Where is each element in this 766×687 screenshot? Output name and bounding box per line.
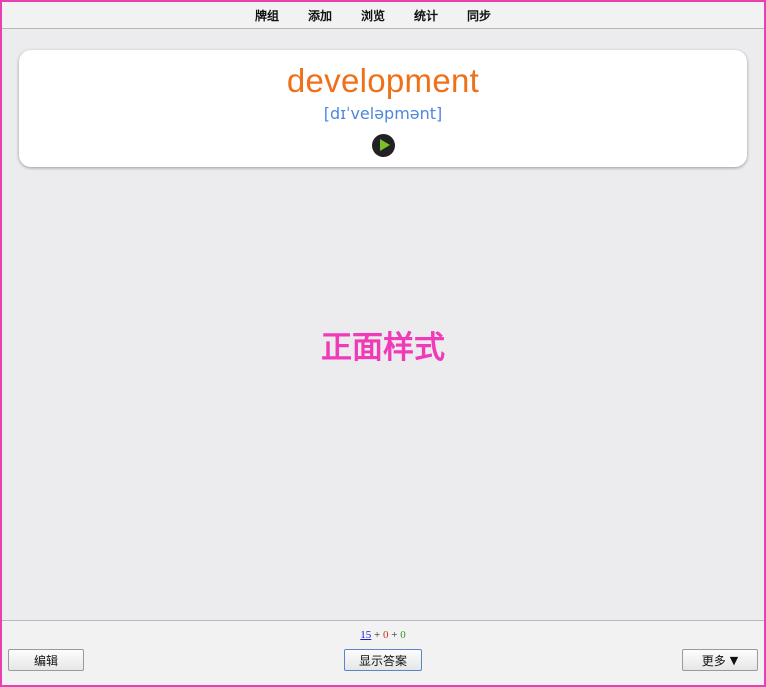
- edit-button[interactable]: 编辑: [8, 649, 84, 671]
- count-separator: +: [391, 629, 398, 641]
- count-new[interactable]: 15: [360, 629, 371, 641]
- count-review: 0: [400, 629, 406, 641]
- nav-stats[interactable]: 统计: [414, 7, 438, 24]
- edit-button-label: 编辑: [33, 653, 58, 668]
- card-phonetic: [dɪˈveləpmənt]: [323, 104, 443, 123]
- nav-sync[interactable]: 同步: [467, 7, 491, 24]
- due-counts: 15 + 0 + 0: [2, 629, 764, 641]
- front-style-label: 正面样式: [321, 330, 445, 366]
- nav-browse[interactable]: 浏览: [361, 7, 385, 24]
- more-button[interactable]: 更多 ▼: [682, 649, 758, 671]
- show-answer-button[interactable]: 显示答案: [344, 649, 422, 671]
- word-card: development [dɪˈveləpmənt]: [19, 50, 747, 167]
- more-button-label: 更多: [701, 653, 726, 668]
- nav-decks[interactable]: 牌组: [255, 7, 279, 24]
- count-separator: +: [374, 629, 381, 641]
- play-icon[interactable]: [372, 134, 395, 157]
- top-toolbar: 牌组 添加 浏览 统计 同步: [2, 2, 764, 29]
- show-answer-label: 显示答案: [358, 653, 407, 668]
- bottom-toolbar: 15 + 0 + 0 编辑 显示答案 更多 ▼: [2, 620, 764, 685]
- nav-add[interactable]: 添加: [308, 7, 332, 24]
- count-learning: 0: [383, 629, 389, 641]
- card-word: development: [286, 62, 480, 99]
- chevron-down-icon: ▼: [729, 653, 739, 667]
